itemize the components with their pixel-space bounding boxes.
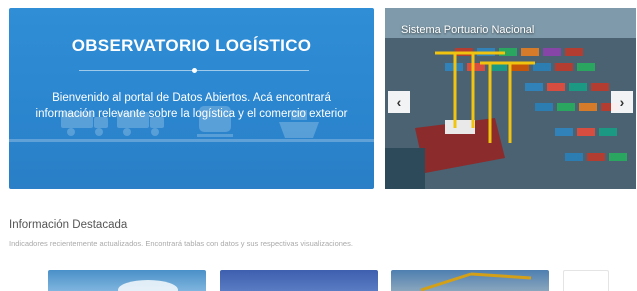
carousel-prev-button[interactable]: ‹: [388, 91, 410, 113]
carousel-next-button[interactable]: ›: [611, 91, 633, 113]
carousel-slide-title: Sistema Portuario Nacional: [401, 24, 535, 36]
hero-road-line: [9, 139, 374, 142]
featured-card[interactable]: [391, 270, 549, 291]
featured-section-title: Información Destacada: [9, 219, 128, 231]
chevron-right-icon: ›: [619, 94, 625, 110]
hero-divider-dot: [192, 68, 197, 73]
chevron-left-icon: ‹: [396, 94, 402, 110]
hero-banner: OBSERVATORIO LOGÍSTICO Bienvenido al por…: [9, 8, 374, 189]
crane-image: [420, 272, 532, 291]
hero-title: OBSERVATORIO LOGÍSTICO: [71, 36, 312, 55]
featured-card[interactable]: [220, 270, 378, 291]
cloud-image: [118, 280, 178, 291]
carousel-slide[interactable]: Sistema Portuario Nacional ‹ ›: [385, 8, 636, 189]
featured-card[interactable]: [48, 270, 206, 291]
train-icon: [197, 106, 233, 137]
truck-icon: [117, 112, 164, 136]
ship-icon: [279, 110, 319, 138]
featured-section-description: Indicadores recientemente actualizados. …: [9, 239, 353, 248]
featured-card[interactable]: [563, 270, 609, 291]
truck-icon: [61, 112, 108, 136]
